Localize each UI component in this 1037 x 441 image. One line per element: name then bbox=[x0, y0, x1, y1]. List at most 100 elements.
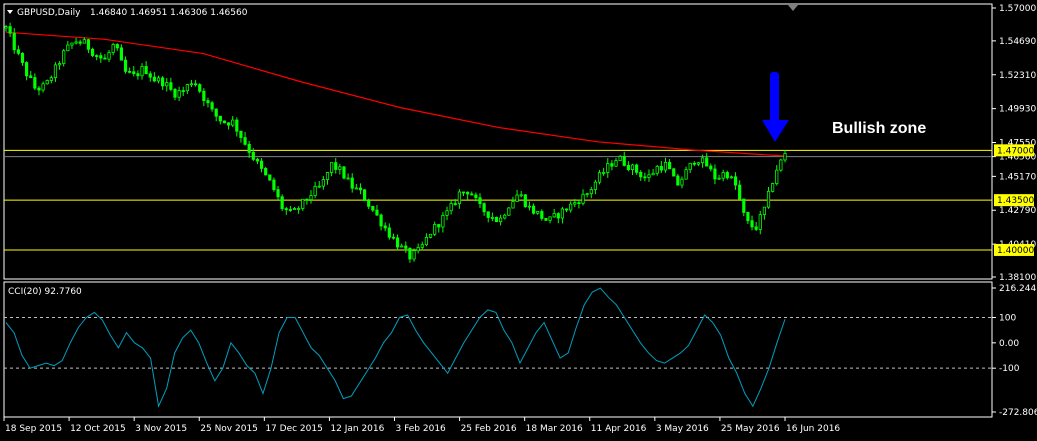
candle bbox=[622, 151, 626, 167]
candle bbox=[128, 67, 132, 74]
candle bbox=[577, 199, 581, 209]
candle bbox=[771, 182, 775, 193]
candle bbox=[663, 157, 668, 173]
candle bbox=[395, 234, 400, 251]
candle bbox=[354, 183, 358, 190]
candle bbox=[156, 75, 161, 84]
candle bbox=[527, 201, 532, 211]
cci-tick-label: 216.2447 bbox=[999, 284, 1037, 294]
candle bbox=[210, 100, 214, 112]
candle bbox=[202, 88, 206, 107]
candle bbox=[725, 170, 729, 180]
candle bbox=[86, 38, 91, 54]
time-tick-label: 16 Jun 2016 bbox=[786, 424, 840, 434]
time-axis: 18 Sep 2015 12 Oct 2015 3 Nov 2015 25 Nov 2… bbox=[3, 417, 840, 434]
dropdown-icon[interactable] bbox=[7, 10, 13, 14]
candle bbox=[733, 172, 738, 190]
candle bbox=[243, 131, 247, 146]
candle bbox=[482, 202, 486, 216]
candle bbox=[692, 161, 696, 167]
candle bbox=[391, 233, 396, 240]
down-arrow-icon bbox=[762, 72, 789, 142]
candle bbox=[235, 117, 239, 137]
time-tick-label: 17 Dec 2015 bbox=[265, 424, 323, 434]
candle bbox=[90, 47, 95, 58]
candle bbox=[4, 24, 8, 32]
candle bbox=[239, 130, 243, 143]
cci-axis: 216.2447 100 0.00 -100 -272.8061 bbox=[992, 284, 1037, 418]
candle bbox=[218, 115, 222, 125]
candle bbox=[25, 61, 29, 81]
candle bbox=[721, 169, 725, 182]
candle bbox=[597, 169, 602, 185]
candle bbox=[45, 79, 49, 85]
candle bbox=[247, 141, 251, 158]
time-tick-label: 12 Oct 2015 bbox=[70, 424, 126, 434]
price-tick-label: 1.54690 bbox=[999, 37, 1036, 47]
candle bbox=[466, 191, 470, 200]
candle bbox=[169, 77, 173, 92]
candle bbox=[412, 248, 416, 262]
candle bbox=[334, 157, 338, 174]
candle bbox=[680, 176, 684, 189]
candle bbox=[119, 44, 124, 61]
candle bbox=[115, 43, 119, 51]
candle bbox=[20, 52, 25, 66]
candle bbox=[57, 61, 62, 70]
candle bbox=[70, 42, 74, 49]
candle bbox=[589, 186, 593, 199]
candle bbox=[177, 86, 181, 102]
candle bbox=[280, 194, 284, 212]
cci-tick-label: 100 bbox=[999, 313, 1016, 323]
candle bbox=[379, 213, 383, 231]
chart-shift-marker[interactable] bbox=[788, 5, 798, 11]
candle bbox=[107, 49, 111, 63]
candle bbox=[37, 86, 41, 96]
candle bbox=[461, 191, 466, 197]
candle bbox=[272, 177, 276, 192]
candle bbox=[95, 54, 99, 61]
candle bbox=[16, 45, 20, 56]
cci-tick-label: 0.00 bbox=[999, 339, 1019, 349]
time-tick-label: 25 Nov 2015 bbox=[200, 424, 258, 434]
price-tick-label: 1.49930 bbox=[999, 105, 1036, 115]
candle bbox=[404, 241, 408, 253]
candle bbox=[441, 212, 445, 233]
candle bbox=[420, 241, 424, 251]
candle bbox=[53, 62, 58, 82]
candle bbox=[148, 71, 152, 82]
candle bbox=[400, 243, 404, 248]
annotation-bullish-zone: Bullish zone bbox=[832, 120, 926, 137]
candle bbox=[651, 169, 655, 176]
candle bbox=[544, 217, 548, 221]
time-tick-label: 25 May 2016 bbox=[721, 424, 780, 434]
candle bbox=[161, 76, 165, 90]
candle bbox=[560, 206, 565, 224]
candle bbox=[99, 52, 103, 63]
candle bbox=[428, 233, 433, 239]
candle bbox=[676, 173, 680, 186]
candle bbox=[222, 120, 227, 124]
candle bbox=[503, 213, 507, 220]
candle bbox=[408, 247, 412, 263]
candle bbox=[305, 198, 309, 205]
candle bbox=[667, 159, 672, 170]
time-tick-label: 18 Sep 2015 bbox=[5, 424, 62, 434]
level-lines bbox=[4, 149, 992, 251]
candle bbox=[457, 189, 461, 209]
time-tick-label: 3 Nov 2015 bbox=[135, 424, 187, 434]
candle bbox=[12, 28, 16, 54]
candle bbox=[41, 81, 45, 93]
candle bbox=[292, 206, 297, 210]
candle bbox=[507, 206, 511, 216]
candle bbox=[688, 162, 692, 174]
price-panel-frame bbox=[3, 3, 993, 280]
candle bbox=[383, 222, 387, 232]
candle bbox=[424, 233, 429, 247]
candle bbox=[449, 199, 453, 215]
candle bbox=[531, 203, 536, 215]
candle bbox=[614, 157, 618, 167]
candle bbox=[742, 198, 746, 217]
level-tag: 1.43500 bbox=[997, 196, 1034, 206]
candle bbox=[696, 161, 701, 167]
